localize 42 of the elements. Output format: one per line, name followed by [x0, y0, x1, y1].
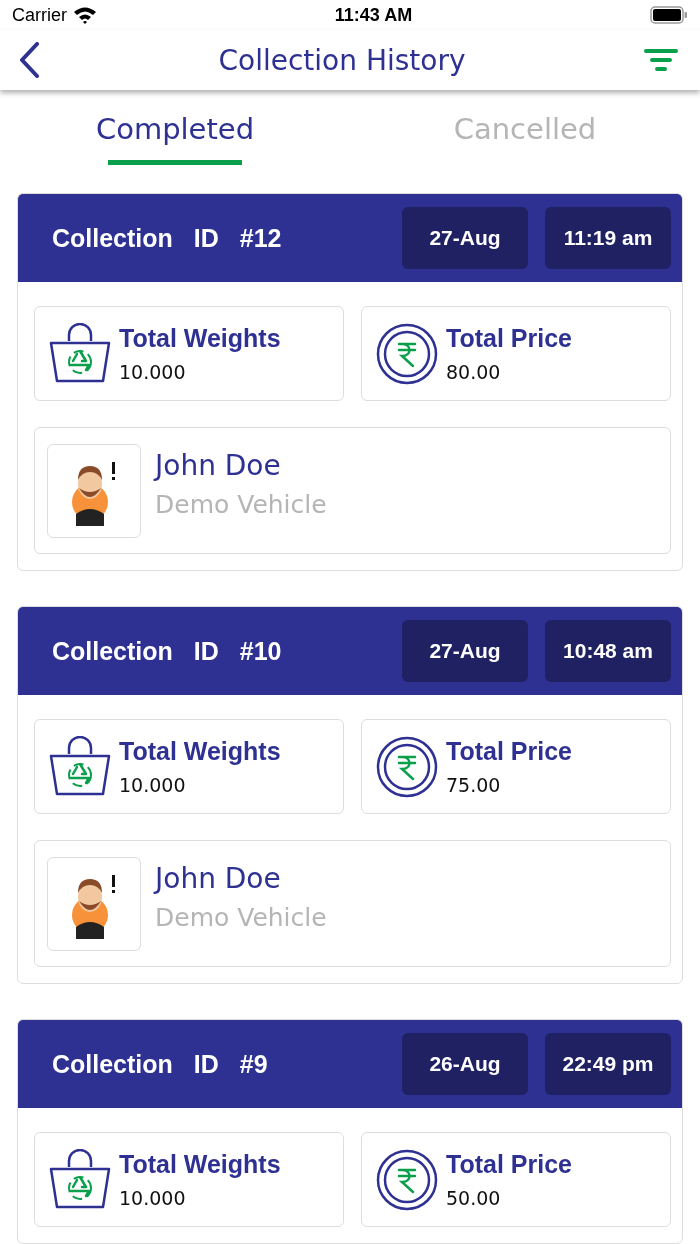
wifi-icon — [73, 6, 97, 25]
weight-label: Total Weights — [119, 324, 281, 353]
recycle-basket-icon — [49, 1148, 111, 1211]
clock-time: 11:43 AM — [334, 4, 413, 26]
price-label: Total Price — [446, 1150, 572, 1179]
date-chip: 26-Aug — [402, 1033, 528, 1095]
collection-card[interactable]: Collection ID #10 27-Aug 10:48 am Total Weights 10.000 Total Price 75.00 John Doe Demo Vehicle — [17, 606, 683, 984]
collector-name: John Doe — [155, 448, 282, 482]
rupee-coin-icon — [376, 1148, 438, 1211]
weight-value: 10.000 — [119, 361, 187, 383]
vehicle-name: Demo Vehicle — [155, 902, 327, 932]
collection-card[interactable]: Collection ID #9 26-Aug 22:49 pm Total Weights 10.000 Total Price 50.00 — [17, 1019, 683, 1244]
collection-id: Collection ID #10 — [52, 636, 283, 666]
rupee-coin-icon — [376, 735, 438, 798]
collection-id: Collection ID #12 — [52, 223, 283, 253]
collection-id: Collection ID #9 — [52, 1049, 269, 1079]
time-chip: 11:19 am — [545, 207, 671, 269]
time-chip: 10:48 am — [545, 620, 671, 682]
collector-name: John Doe — [155, 861, 282, 895]
date-chip: 27-Aug — [402, 207, 528, 269]
battery-icon — [650, 6, 688, 25]
price-value: 75.00 — [446, 774, 502, 796]
price-label: Total Price — [446, 737, 572, 766]
date-chip: 27-Aug — [402, 620, 528, 682]
recycle-basket-icon — [49, 322, 111, 385]
time-chip: 22:49 pm — [545, 1033, 671, 1095]
collection-card[interactable]: Collection ID #12 27-Aug 11:19 am Total Weights 10.000 Total Price 80.00 John Doe Demo Vehicle — [17, 193, 683, 571]
price-value: 50.00 — [446, 1187, 502, 1209]
weight-label: Total Weights — [119, 1150, 281, 1179]
weight-value: 10.000 — [119, 1187, 187, 1209]
recycle-basket-icon — [49, 735, 111, 798]
rupee-coin-icon — [376, 322, 438, 385]
weight-value: 10.000 — [119, 774, 187, 796]
price-label: Total Price — [446, 324, 572, 353]
vehicle-name: Demo Vehicle — [155, 489, 327, 519]
price-value: 80.00 — [446, 361, 502, 383]
weight-label: Total Weights — [119, 737, 281, 766]
back-icon[interactable] — [18, 42, 40, 79]
filter-icon[interactable] — [644, 49, 678, 72]
page-title: Collection History — [218, 43, 466, 77]
carrier-name: Carrier — [12, 4, 67, 26]
tab[interactable]: Completed — [0, 89, 350, 169]
